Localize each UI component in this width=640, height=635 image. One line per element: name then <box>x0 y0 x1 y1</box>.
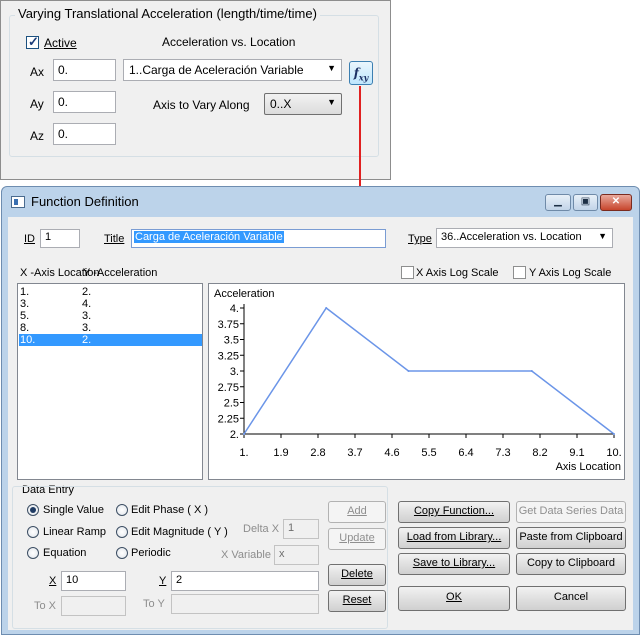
function-select[interactable]: 1..Carga de Aceleración Variable ▼ <box>123 59 342 81</box>
list-item[interactable]: 3. 4. <box>19 298 202 310</box>
x-tick-label: 1.9 <box>273 447 288 459</box>
window-icon <box>11 196 25 208</box>
close-icon: ✕ <box>611 196 621 207</box>
load-from-library-button[interactable]: Load from Library... <box>398 527 510 549</box>
connector-line <box>359 86 361 196</box>
x-tick-label: 3.7 <box>347 447 362 459</box>
data-points-list[interactable]: 1. 2. 3. 4. 5. 3. 8. 3. 10. 2. <box>17 283 203 480</box>
az-input[interactable]: 0. <box>53 123 116 145</box>
y-tick-label: 3.25 <box>218 350 239 362</box>
get-data-series-button[interactable]: Get Data Series Data <box>516 501 626 523</box>
y-log-scale-checkbox[interactable] <box>513 266 526 279</box>
function-definition-dialog: Function Definition ▁ ▣ ✕ ID 1 Title Car… <box>1 186 640 635</box>
y-tick-label: 3.75 <box>218 319 239 331</box>
type-select[interactable]: 36..Acceleration vs. Location ▼ <box>436 228 613 248</box>
function-chart: Acceleration Axis Location 2. 2.25 2.5 2.75 3.… <box>208 283 625 480</box>
fxy-function-button[interactable]: fxy <box>349 61 373 85</box>
axis-to-vary-label: Axis to Vary Along <box>153 98 250 112</box>
list-item[interactable]: 5. 3. <box>19 310 202 322</box>
id-input[interactable]: 1 <box>40 229 80 248</box>
acceleration-heading: Acceleration vs. Location <box>162 35 296 49</box>
data-point <box>530 370 533 372</box>
x-log-scale-label: X Axis Log Scale <box>416 267 499 279</box>
y-column-header: Y -Acceleration <box>83 267 158 279</box>
title-input[interactable]: Carga de Aceleración Variable <box>131 229 386 248</box>
type-label: Type <box>408 233 432 245</box>
x-tick-label: 6.4 <box>458 447 473 459</box>
list-item[interactable]: 1. 2. <box>19 286 202 298</box>
y-tick-label: 2.75 <box>218 382 239 394</box>
list-item[interactable]: 8. 3. <box>19 322 202 334</box>
x-axis-title: Axis Location <box>556 461 621 473</box>
ay-label: Ay <box>30 97 44 111</box>
data-entry-group-box <box>12 486 388 629</box>
y-tick-label: 3. <box>230 366 239 378</box>
y-tick-label: 2.5 <box>224 398 239 410</box>
ax-input[interactable]: 0. <box>53 59 116 81</box>
minimize-button[interactable]: ▁ <box>545 194 571 211</box>
id-label: ID <box>24 233 35 245</box>
dropdown-arrow-icon: ▼ <box>327 97 336 107</box>
x-tick-label: 5.5 <box>421 447 436 459</box>
data-point <box>243 433 245 435</box>
list-item-selected[interactable]: 10. 2. <box>19 334 202 346</box>
x-tick-label: 1. <box>239 447 248 459</box>
x-tick-label: 4.6 <box>384 447 399 459</box>
ay-input[interactable]: 0. <box>53 91 116 113</box>
fxy-function-icon: fxy <box>353 66 369 83</box>
dialog-title: Function Definition <box>31 194 139 209</box>
x-tick-label: 10. <box>606 447 621 459</box>
maximize-button[interactable]: ▣ <box>573 194 598 211</box>
chart-svg: Acceleration Axis Location 2. 2.25 2.5 2.75 3.… <box>214 288 622 473</box>
y-tick-label: 2. <box>230 429 239 441</box>
y-tick-label: 3.5 <box>224 335 239 347</box>
x-log-scale-checkbox[interactable] <box>401 266 414 279</box>
data-point <box>613 433 615 435</box>
x-tick-label: 9.1 <box>569 447 584 459</box>
cancel-button[interactable]: Cancel <box>516 586 626 611</box>
data-point <box>407 370 410 372</box>
az-label: Az <box>30 129 45 143</box>
active-label: Active <box>44 36 77 50</box>
close-button[interactable]: ✕ <box>600 194 632 211</box>
acceleration-panel: Varying Translational Acceleration (leng… <box>0 0 391 180</box>
axis-select[interactable]: 0..X ▼ <box>264 93 342 115</box>
title-label: Title <box>104 233 125 245</box>
ax-label: Ax <box>30 65 45 79</box>
active-checkbox[interactable] <box>26 34 39 50</box>
save-to-library-button[interactable]: Save to Library... <box>398 553 510 575</box>
maximize-icon: ▣ <box>580 196 591 207</box>
y-log-scale-label: Y Axis Log Scale <box>529 267 612 279</box>
dropdown-arrow-icon: ▼ <box>327 63 336 73</box>
y-tick-label: 2.25 <box>218 413 239 425</box>
x-tick-label: 8.2 <box>532 447 547 459</box>
y-tick-label: 4. <box>230 303 239 315</box>
acceleration-group-title: Varying Translational Acceleration (leng… <box>15 6 320 21</box>
y-axis-title: Acceleration <box>214 288 275 300</box>
copy-to-clipboard-button[interactable]: Copy to Clipboard <box>516 553 626 575</box>
x-tick-label: 7.3 <box>495 447 510 459</box>
dialog-titlebar[interactable]: Function Definition ▁ ▣ ✕ <box>2 187 639 214</box>
data-point <box>325 307 328 309</box>
copy-function-button[interactable]: Copy Function... <box>398 501 510 523</box>
ok-button[interactable]: OK <box>398 586 510 611</box>
minimize-icon: ▁ <box>554 196 562 207</box>
dropdown-arrow-icon: ▼ <box>598 231 607 241</box>
paste-from-clipboard-button[interactable]: Paste from Clipboard <box>516 527 626 549</box>
acceleration-series-line <box>243 306 615 435</box>
x-tick-label: 2.8 <box>310 447 325 459</box>
